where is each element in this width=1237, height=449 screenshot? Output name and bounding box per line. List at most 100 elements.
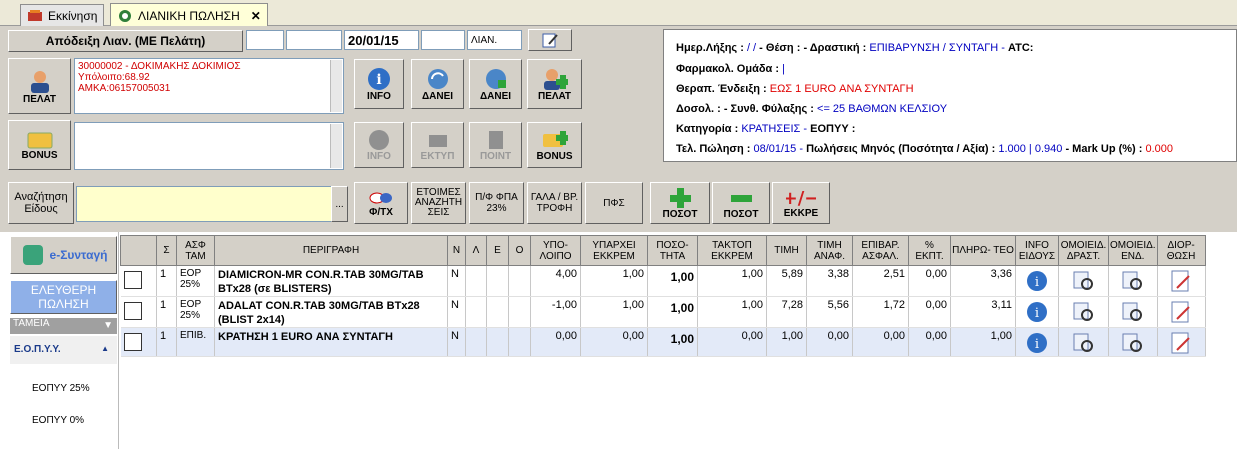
row-select-cell[interactable] <box>120 327 157 357</box>
svg-text:+/−: +/− <box>786 188 816 208</box>
column-header[interactable]: Σ <box>156 235 177 266</box>
o-cell <box>508 296 531 328</box>
add-customer-button[interactable]: ΠΕΛΑΤ <box>527 59 582 109</box>
tab-label: ΛΙΑΝΙΚΗ ΠΩΛΗΣΗ <box>138 8 240 23</box>
column-header[interactable]: % ΕΚΠΤ. <box>908 235 951 266</box>
bonus-button[interactable]: BONUS <box>8 120 71 170</box>
cash-registers-header[interactable]: ΤΑΜΕΙΑ ▼ <box>10 318 117 334</box>
eopyy-25-item[interactable]: ΕΟΠΥΥ 25% <box>32 383 90 394</box>
column-header[interactable]: ΕΠΙΒΑΡ. ΑΣΦΑΛ. <box>852 235 909 266</box>
bonus-info-button[interactable]: INFO <box>354 122 404 168</box>
edit-button[interactable] <box>528 29 572 51</box>
search-list-icon[interactable] <box>1121 332 1145 354</box>
similar-indication-cell[interactable] <box>1108 265 1158 297</box>
column-header[interactable]: ΠΛΗΡΩ- ΤΕΟ <box>950 235 1016 266</box>
row-select-cell[interactable] <box>120 265 157 297</box>
column-header[interactable] <box>120 235 157 266</box>
column-header[interactable]: ΥΠΟ- ΛΟΙΠΟ <box>530 235 581 266</box>
similar-indication-cell[interactable] <box>1108 327 1158 357</box>
info-icon[interactable]: i <box>1026 332 1048 354</box>
points-button[interactable]: ΠΟΙΝΤ <box>469 122 522 168</box>
table-row[interactable]: 1 ΕΟΡ 25% DIAMICRON-MR CON.R.TAB 30MG/TA… <box>120 265 1206 297</box>
add-bonus-button[interactable]: BONUS <box>527 122 582 168</box>
milk-food-button[interactable]: ΓΑΛΑ / ΒΡ. ΤΡΟΦΗ <box>527 182 582 224</box>
similar-substance-cell[interactable] <box>1058 265 1109 297</box>
correction-cell[interactable] <box>1157 327 1206 357</box>
column-header[interactable]: ΥΠΑΡΧΕΙ ΕΚΚΡΕΜ <box>580 235 648 266</box>
info-icon[interactable]: i <box>1026 301 1048 323</box>
search-list-icon[interactable] <box>1121 270 1145 292</box>
loan-button-1[interactable]: ΔΑΝΕΙ <box>411 59 464 109</box>
tab-start[interactable]: Εκκίνηση <box>20 4 105 26</box>
item-info-cell[interactable]: i <box>1015 296 1059 328</box>
receipt-type-field[interactable]: ΛΙΑΝ. <box>467 30 522 50</box>
correction-cell[interactable] <box>1157 265 1206 297</box>
similar-indication-cell[interactable] <box>1108 296 1158 328</box>
row-checkbox[interactable] <box>123 271 142 289</box>
row-checkbox[interactable] <box>123 333 142 351</box>
correction-cell[interactable] <box>1157 296 1206 328</box>
column-header[interactable]: ΤΙΜΗ <box>766 235 807 266</box>
receipt-field-3[interactable] <box>421 30 465 50</box>
search-input[interactable] <box>76 186 332 222</box>
quantity-cell[interactable]: 1,00 <box>647 265 698 297</box>
eopyy-group[interactable]: Ε.Ο.Π.Υ.Υ. ▲ <box>10 336 117 364</box>
free-sale-button[interactable]: ΕΛΕΥΘΕΡΗ ΠΩΛΗΣΗ <box>10 280 117 314</box>
column-header[interactable]: ΠΕΡΙΓΡΑΦΗ <box>214 235 448 266</box>
receipt-date-field[interactable]: 20/01/15 <box>344 30 419 50</box>
loan-button-2[interactable]: ΔΑΝΕΙ <box>469 59 522 109</box>
column-header[interactable]: INFO ΕΙΔΟΥΣ <box>1015 235 1059 266</box>
search-list-icon[interactable] <box>1121 301 1145 323</box>
column-header[interactable]: ΤΙΜΗ ΑΝΑΦ. <box>806 235 853 266</box>
e-prescription-button[interactable]: e-Συνταγή <box>10 236 117 274</box>
column-header[interactable]: ΠΟΣΟ- ΤΗΤΑ <box>647 235 698 266</box>
quantity-cell[interactable]: 1,00 <box>647 327 698 357</box>
info-icon[interactable]: i <box>1026 270 1048 292</box>
column-header[interactable]: Ο <box>508 235 531 266</box>
similar-substance-cell[interactable] <box>1058 327 1109 357</box>
eopyy-0-item[interactable]: ΕΟΠΥΥ 0% <box>32 415 84 426</box>
table-row[interactable]: 1 ΕΟΡ 25% ADALAT CON.R.TAB 30MG/TAB BTx2… <box>120 296 1206 328</box>
search-item-button[interactable]: Αναζήτηση Είδους <box>8 182 74 224</box>
decrease-quantity-button[interactable]: ΠΟΣΟΤ <box>712 182 770 224</box>
column-header[interactable]: ΑΣΦ ΤΑΜ <box>176 235 215 266</box>
quantity-cell[interactable]: 1,00 <box>647 296 698 328</box>
edit-document-icon[interactable] <box>1169 332 1193 354</box>
bonus-scrollbar[interactable] <box>330 124 342 168</box>
increase-quantity-button[interactable]: ΠΟΣΟΤ <box>650 182 710 224</box>
ftx-button[interactable]: Φ/ΤΧ <box>354 182 408 224</box>
customer-scrollbar[interactable] <box>330 60 342 112</box>
magnifier-icon[interactable] <box>1072 270 1096 292</box>
column-header[interactable]: ΤΑΚΤΟΠ ΕΚΚΡΕΜ <box>697 235 767 266</box>
receipt-field-1[interactable] <box>246 30 284 50</box>
column-header[interactable]: Λ <box>465 235 487 266</box>
print-button[interactable]: ΕΚΤΥΠ <box>411 122 464 168</box>
column-header[interactable]: ΟΜΟΙΕΙΔ. ΔΡΑΣΤ. <box>1058 235 1109 266</box>
magnifier-icon[interactable] <box>1072 301 1096 323</box>
customer-button[interactable]: ΠΕΛΑΤ <box>8 58 71 114</box>
receipt-type-button[interactable]: Απόδειξη Λιαν. (ΜΕ Πελάτη) <box>8 30 243 52</box>
pfs-button[interactable]: ΠΦΣ <box>585 182 643 224</box>
column-header[interactable]: Ε <box>486 235 509 266</box>
column-header[interactable]: ΟΜΟΙΕΙΔ. ΕΝΔ. <box>1108 235 1158 266</box>
row-checkbox[interactable] <box>123 302 142 320</box>
edit-document-icon[interactable] <box>1169 270 1193 292</box>
info-button[interactable]: i INFO <box>354 59 404 109</box>
tab-retail-sale[interactable]: ΛΙΑΝΙΚΗ ΠΩΛΗΣΗ ✕ <box>110 3 268 27</box>
ready-searches-button[interactable]: ΕΤΟΙΜΕΣ ΑΝΑΖΗΤΗ ΣΕΙΣ <box>411 182 466 224</box>
document-icon <box>488 130 503 149</box>
table-row[interactable]: 1 ΕΠΙΒ. ΚΡΑΤΗΣΗ 1 EURO ΑΝΑ ΣΥΝΤΑΓΗ Ν 0,0… <box>120 327 1206 357</box>
item-info-cell[interactable]: i <box>1015 265 1059 297</box>
edit-document-icon[interactable] <box>1169 301 1193 323</box>
column-header[interactable]: Ν <box>447 235 466 266</box>
similar-substance-cell[interactable] <box>1058 296 1109 328</box>
vat-button[interactable]: Π/Φ ΦΠΑ 23% <box>469 182 524 224</box>
search-ellipsis-button[interactable]: ... <box>331 186 348 222</box>
close-icon[interactable]: ✕ <box>251 9 261 23</box>
receipt-field-2[interactable] <box>286 30 342 50</box>
column-header[interactable]: ΔΙΟΡ- ΘΩΣΗ <box>1156 235 1206 266</box>
item-info-cell[interactable]: i <box>1015 327 1059 357</box>
row-select-cell[interactable] <box>120 296 157 328</box>
pending-button[interactable]: +/− ΕΚΚΡΕ <box>772 182 830 224</box>
magnifier-icon[interactable] <box>1072 332 1096 354</box>
